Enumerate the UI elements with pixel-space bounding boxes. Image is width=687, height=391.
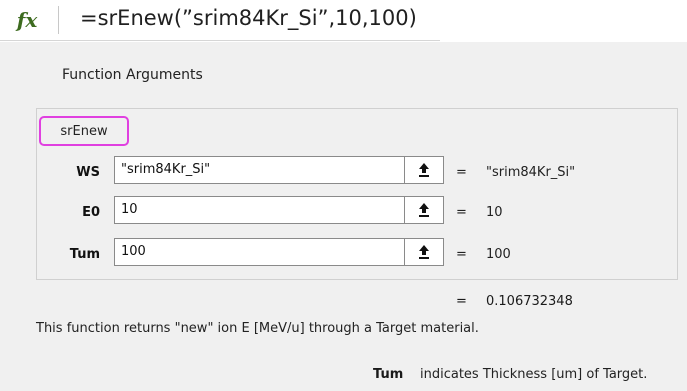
arg-equals-ws: = <box>456 165 467 180</box>
arg-label-ws: WS <box>76 165 100 180</box>
formula-bar-border <box>0 40 440 41</box>
arg-input-tum[interactable]: 100 <box>114 238 444 266</box>
arg-label-e0: E0 <box>82 205 100 220</box>
range-select-button-e0[interactable] <box>404 197 443 223</box>
arg-equals-tum: = <box>456 247 467 262</box>
collapse-dialog-arrow-icon <box>419 245 429 259</box>
collapse-dialog-arrow-icon <box>419 163 429 177</box>
arg-input-ws[interactable]: "srim84Kr_Si" <box>114 156 444 184</box>
formula-bar-divider <box>58 6 59 34</box>
arg-result-tum: 100 <box>486 247 511 262</box>
arg-equals-e0: = <box>456 205 467 220</box>
arg-label-tum: Tum <box>69 247 100 262</box>
arg-help-name: Tum <box>373 367 404 382</box>
insert-function-button[interactable]: fx <box>0 2 54 38</box>
arg-input-e0[interactable]: 10 <box>114 196 444 224</box>
range-select-button-ws[interactable] <box>404 157 443 183</box>
arg-result-ws: "srim84Kr_Si" <box>486 165 576 180</box>
formula-result-equals: = <box>456 294 467 309</box>
dialog-title: Function Arguments <box>62 67 203 83</box>
arg-value-tum: 100 <box>121 244 146 259</box>
function-description: This function returns "new" ion E [MeV/u… <box>36 321 479 336</box>
arg-value-e0: 10 <box>121 202 138 217</box>
insert-function-icon: fx <box>16 8 38 32</box>
collapse-dialog-arrow-icon <box>419 203 429 217</box>
range-select-button-tum[interactable] <box>404 239 443 265</box>
function-name-label: srEnew <box>39 116 129 146</box>
formula-input[interactable]: =srEnew(”srim84Kr_Si”,10,100) <box>80 6 417 30</box>
formula-result-value: 0.106732348 <box>486 294 573 309</box>
arg-value-ws: "srim84Kr_Si" <box>121 162 211 177</box>
arg-result-e0: 10 <box>486 205 503 220</box>
arg-help-text: indicates Thickness [um] of Target. <box>420 367 648 382</box>
formula-bar: fx =srEnew(”srim84Kr_Si”,10,100) <box>0 0 440 42</box>
